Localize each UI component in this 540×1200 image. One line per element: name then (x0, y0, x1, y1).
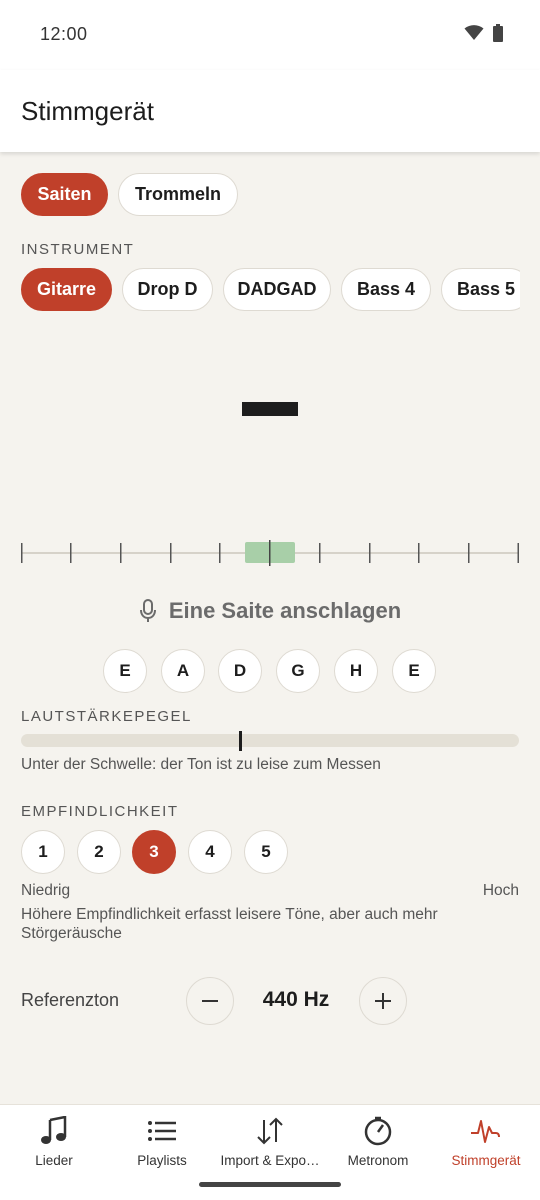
nav-item-lieder[interactable]: Lieder (0, 1105, 108, 1185)
string-button-e-low[interactable]: E (103, 649, 147, 693)
reference-tone-value: 440 Hz (262, 988, 330, 1011)
tuner-pulse-icon (471, 1120, 500, 1143)
sensitivity-button-1[interactable]: 1 (21, 830, 65, 874)
nav-label-lieder: Lieder (35, 1153, 73, 1168)
import-export-icon (257, 1117, 283, 1145)
meter-tick (468, 543, 470, 563)
volume-message: Unter der Schwelle: der Ton ist zu leise… (21, 756, 381, 773)
volume-level-bar (21, 734, 519, 747)
sensitivity-button-2[interactable]: 2 (77, 830, 121, 874)
instrument-chip-bass-5[interactable]: Bass 5 (441, 268, 520, 311)
string-button-e-high[interactable]: E (392, 649, 436, 693)
sensitivity-section-label: EMPFINDLICHKEIT (21, 803, 179, 820)
pluck-string-hint: Eine Saite anschlagen (0, 596, 540, 626)
sensitivity-description: Höhere Empfindlichkeit erfasst leisere T… (21, 906, 438, 942)
list-icon (148, 1121, 176, 1141)
meter-tick (219, 543, 221, 563)
string-button-d[interactable]: D (218, 649, 262, 693)
app-bar: Stimmgerät (0, 70, 540, 152)
nav-label-import-export: Import & Expo… (220, 1153, 320, 1168)
detected-note-placeholder (242, 402, 298, 416)
string-button-a[interactable]: A (161, 649, 205, 693)
nav-item-metronom[interactable]: Metronom (324, 1105, 432, 1185)
sensitivity-low-label: Niedrig (21, 882, 71, 899)
increase-reference-button[interactable] (359, 977, 407, 1025)
decrease-reference-button[interactable] (186, 977, 234, 1025)
hint-text: Eine Saite anschlagen (168, 598, 402, 623)
nav-item-import-export[interactable]: Import & Expo… (216, 1105, 324, 1185)
nav-label-playlists: Playlists (137, 1153, 187, 1168)
home-indicator (199, 1182, 341, 1187)
volume-threshold-marker (238, 731, 242, 751)
battery-icon (493, 24, 503, 42)
string-button-h[interactable]: H (334, 649, 378, 693)
meter-tick (120, 543, 122, 563)
tab-saiten[interactable]: Saiten (21, 173, 108, 216)
page-title: Stimmgerät (21, 96, 154, 126)
instrument-chip-dadgad[interactable]: DADGAD (223, 268, 331, 311)
volume-section-label: LAUTSTÄRKEPEGEL (21, 708, 192, 725)
nav-item-stimmgeraet[interactable]: Stimmgerät (432, 1105, 540, 1185)
tab-trommeln[interactable]: Trommeln (118, 173, 238, 216)
meter-tick (170, 543, 172, 563)
sensitivity-high-label: Hoch (482, 882, 519, 899)
sensitivity-button-3[interactable]: 3 (132, 830, 176, 874)
instrument-chip-drop-d[interactable]: Drop D (122, 268, 213, 311)
nav-label-metronom: Metronom (347, 1153, 409, 1168)
meter-tick (70, 543, 72, 563)
wifi-icon (464, 25, 484, 40)
status-icons (464, 24, 504, 42)
nav-item-playlists[interactable]: Playlists (108, 1105, 216, 1185)
instrument-section-label: INSTRUMENT (21, 241, 135, 258)
minus-icon (202, 1000, 218, 1002)
status-time: 12:00 (40, 24, 88, 44)
status-bar: 12:00 (0, 0, 540, 70)
meter-tick (418, 543, 420, 563)
microphone-icon (139, 599, 156, 622)
sensitivity-button-4[interactable]: 4 (188, 830, 232, 874)
string-button-g[interactable]: G (276, 649, 320, 693)
meter-center-tick (269, 540, 271, 566)
instrument-chip-row[interactable]: Gitarre Drop D DADGAD Bass 4 Bass 5 (0, 268, 520, 314)
meter-tick (369, 543, 371, 563)
meter-tick (517, 543, 519, 563)
instrument-chip-bass-4[interactable]: Bass 4 (341, 268, 431, 311)
meter-tick (21, 543, 23, 563)
music-note-icon (41, 1116, 67, 1144)
metronome-icon (364, 1116, 392, 1146)
tuner-content: Saiten Trommeln INSTRUMENT Gitarre Drop … (0, 152, 540, 1104)
sensitivity-button-5[interactable]: 5 (244, 830, 288, 874)
nav-label-stimmgeraet: Stimmgerät (451, 1153, 521, 1168)
plus-icon (375, 993, 391, 1009)
instrument-chip-gitarre[interactable]: Gitarre (21, 268, 112, 311)
tuning-meter (21, 540, 519, 566)
reference-tone-label: Referenzton (21, 990, 120, 1010)
meter-tick (319, 543, 321, 563)
